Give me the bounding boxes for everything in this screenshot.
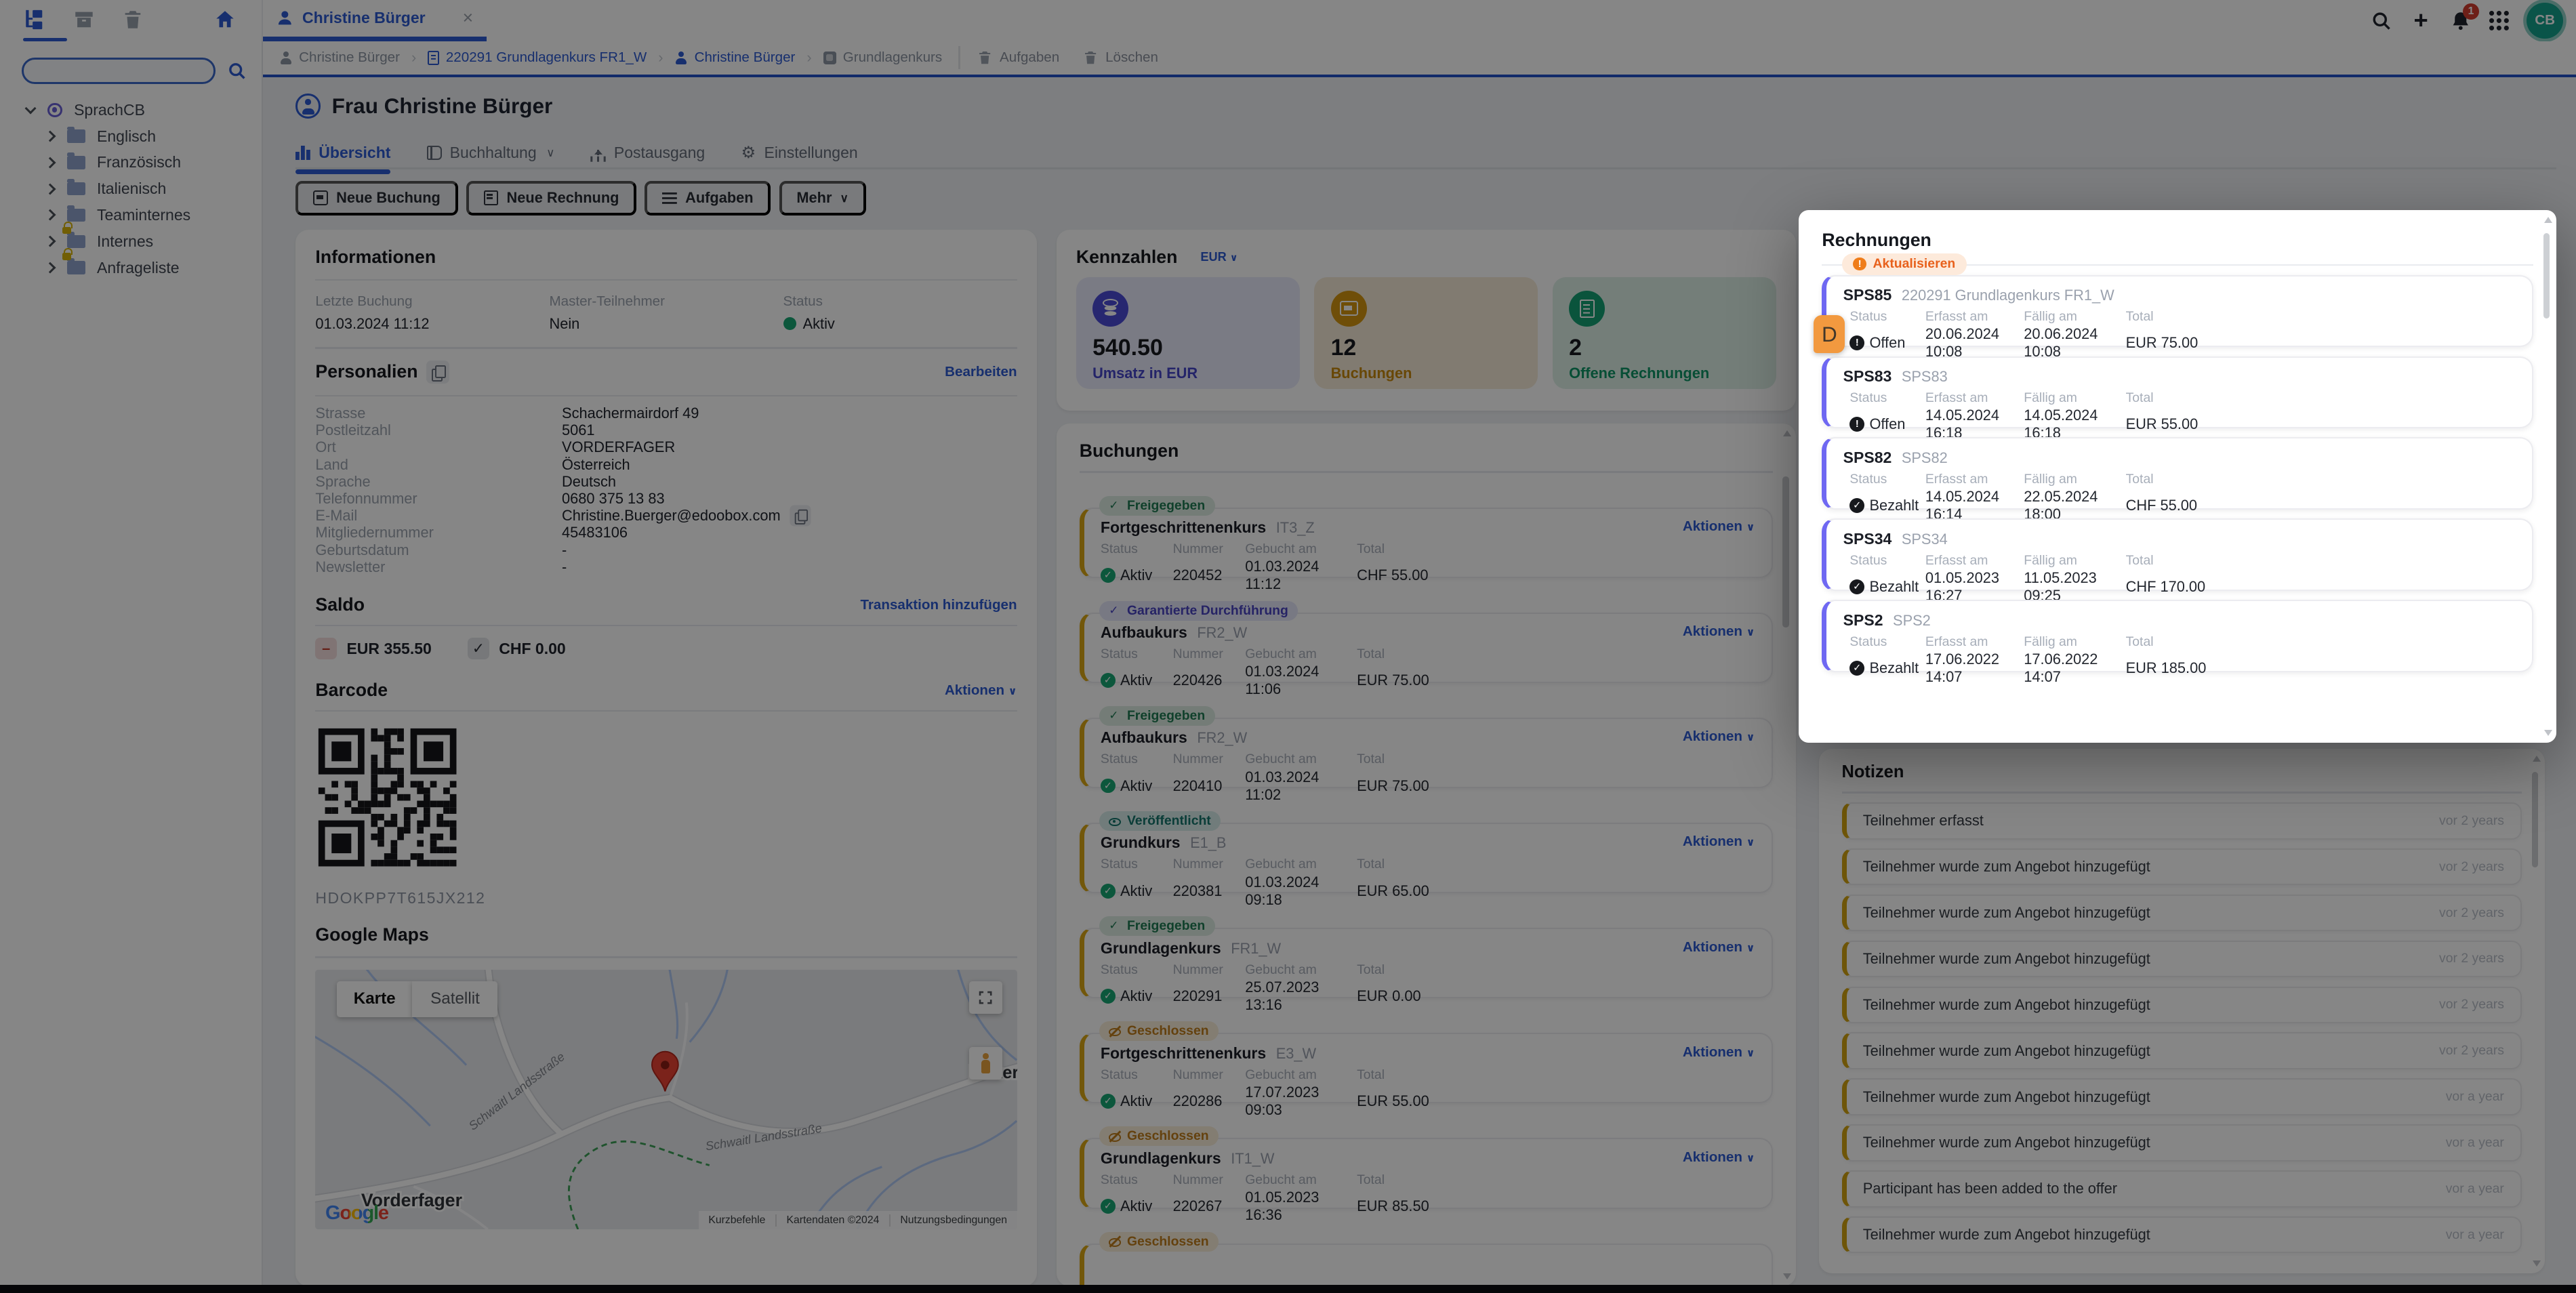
invoice-columns: Status Erfasst am Fällig am Total xyxy=(1849,390,2224,406)
invoice-created: 17.06.2022 14:07 xyxy=(1925,651,2024,686)
invoice-values: ✓ Bezahlt 17.06.2022 14:07 17.06.2022 14… xyxy=(1849,651,2224,686)
invoice-status-icon: ! xyxy=(1849,417,1864,432)
invoice-item: SPS82 SPS82 Status Erfasst am Fällig am … xyxy=(1822,437,2533,510)
app-window: Christine Bürger × + 1 CB › Christine Bü… xyxy=(0,0,2576,1293)
rechnungen-title: Rechnungen xyxy=(1822,230,2533,251)
invoice-card: SPS85 220291 Grundlagenkurs FR1_W Status… xyxy=(1822,275,2533,348)
invoice-card: SPS83 SPS83 Status Erfasst am Fällig am … xyxy=(1822,356,2533,429)
invoice-ref: SPS83 xyxy=(1902,368,1948,386)
invoice-created: 14.05.2024 16:14 xyxy=(1925,488,2024,523)
exclamation-icon: ! xyxy=(1853,258,1866,270)
invoice-values: ! Offen 14.05.2024 16:18 14.05.2024 16:1… xyxy=(1849,407,2224,442)
rechnungen-panel: Rechnungen D ! Aktualisieren SPS85 22029… xyxy=(1799,210,2556,742)
invoice-total: EUR 55.00 xyxy=(2126,415,2224,433)
invoice-columns: Status Erfasst am Fällig am Total xyxy=(1849,553,2224,569)
invoice-status-icon: ✓ xyxy=(1849,498,1864,513)
invoice-id: SPS82 xyxy=(1843,449,1892,467)
scrollbar-thumb xyxy=(2543,233,2550,319)
invoice-status-icon: ! xyxy=(1849,335,1864,350)
invoice-created: 20.06.2024 10:08 xyxy=(1925,325,2024,361)
invoice-item: SPS2 SPS2 Status Erfasst am Fällig am To… xyxy=(1822,600,2533,672)
invoice-ref: SPS82 xyxy=(1902,449,1948,467)
invoice-ref: 220291 Grundlagenkurs FR1_W xyxy=(1902,287,2114,304)
invoice-total: EUR 75.00 xyxy=(2126,334,2224,352)
invoice-created: 01.05.2023 16:27 xyxy=(1925,569,2024,604)
invoice-ref: SPS34 xyxy=(1902,531,1948,548)
invoice-columns: Status Erfasst am Fällig am Total xyxy=(1849,472,2224,487)
invoice-values: ✓ Bezahlt 14.05.2024 16:14 22.05.2024 18… xyxy=(1849,488,2224,523)
invoice-values: ✓ Bezahlt 01.05.2023 16:27 11.05.2023 09… xyxy=(1849,569,2224,604)
invoice-due: 22.05.2024 18:00 xyxy=(2024,488,2125,523)
invoice-columns: Status Erfasst am Fällig am Total xyxy=(1849,309,2224,325)
invoice-item: ! Aktualisieren SPS85 220291 Grundlagenk… xyxy=(1822,275,2533,348)
invoice-due: 17.06.2022 14:07 xyxy=(2024,651,2125,686)
invoice-total: EUR 185.00 xyxy=(2126,659,2224,677)
invoice-ref: SPS2 xyxy=(1893,612,1931,630)
invoice-id: SPS83 xyxy=(1843,367,1892,386)
invoice-due: 20.06.2024 10:08 xyxy=(2024,325,2125,361)
invoice-id: SPS2 xyxy=(1843,611,1883,630)
invoice-columns: Status Erfasst am Fällig am Total xyxy=(1849,634,2224,650)
rechnungen-scrollbar[interactable] xyxy=(2541,217,2553,736)
collaborator-cursor-d: D xyxy=(1814,315,1845,353)
invoice-status-icon: ✓ xyxy=(1849,579,1864,594)
invoice-status-icon: ✓ xyxy=(1849,661,1864,676)
invoice-total: CHF 55.00 xyxy=(2126,497,2224,514)
invoice-due: 14.05.2024 16:18 xyxy=(2024,407,2125,442)
invoice-item: SPS34 SPS34 Status Erfasst am Fällig am … xyxy=(1822,518,2533,591)
invoice-id: SPS85 xyxy=(1843,286,1892,304)
invoice-due: 11.05.2023 09:25 xyxy=(2024,569,2125,604)
invoice-card: SPS2 SPS2 Status Erfasst am Fällig am To… xyxy=(1822,600,2533,672)
invoice-card: SPS34 SPS34 Status Erfasst am Fällig am … xyxy=(1822,518,2533,591)
window-bottom-edge xyxy=(0,1285,2576,1293)
invoice-item: SPS83 SPS83 Status Erfasst am Fällig am … xyxy=(1822,356,2533,429)
aktualisieren-badge: ! Aktualisieren xyxy=(1842,253,1967,275)
invoice-values: ! Offen 20.06.2024 10:08 20.06.2024 10:0… xyxy=(1849,325,2224,361)
invoice-card: SPS82 SPS82 Status Erfasst am Fällig am … xyxy=(1822,437,2533,510)
invoice-id: SPS34 xyxy=(1843,530,1892,548)
invoice-created: 14.05.2024 16:18 xyxy=(1925,407,2024,442)
scroll-up-arrow xyxy=(2544,217,2552,223)
scroll-down-arrow xyxy=(2544,730,2552,736)
invoice-total: CHF 170.00 xyxy=(2126,578,2224,596)
